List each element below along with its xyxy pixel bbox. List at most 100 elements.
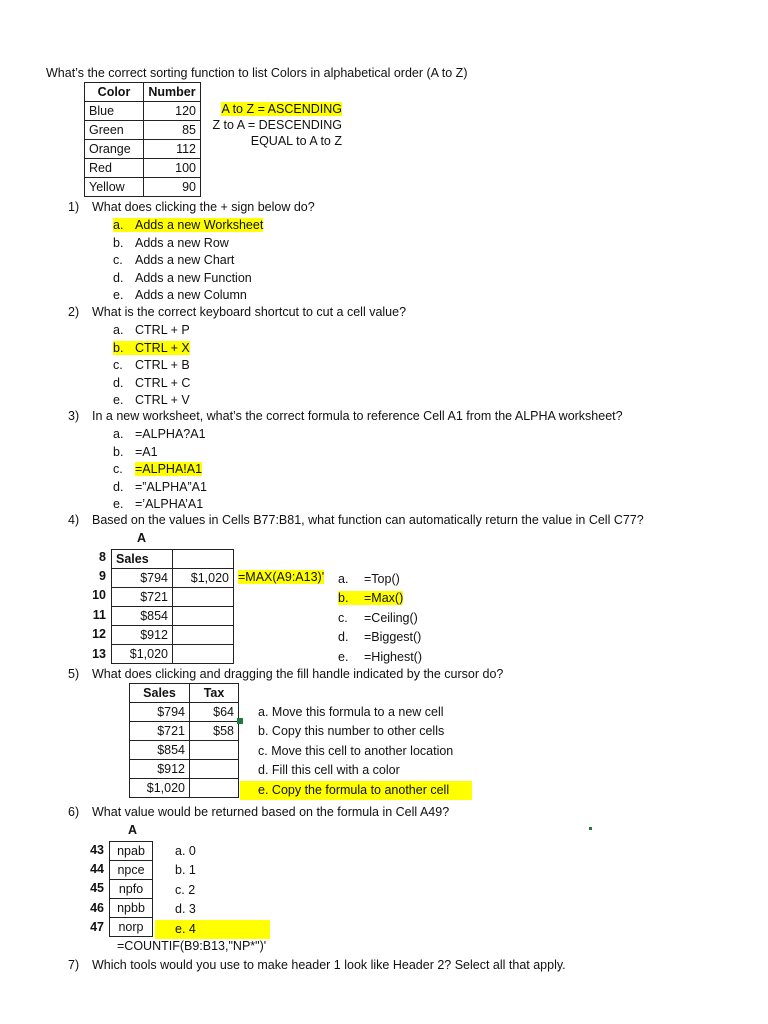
- table-row: npce: [109, 860, 153, 880]
- option-a[interactable]: a. 0: [155, 842, 270, 861]
- option-c[interactable]: c. =ALPHA!A1: [113, 461, 207, 479]
- table-row: npfo: [109, 879, 153, 899]
- question-5: 5) What does clicking and dragging the fi…: [68, 667, 503, 681]
- option-c[interactable]: c. =Ceiling(): [338, 609, 422, 628]
- option-c[interactable]: c. Adds a new Chart: [113, 252, 263, 270]
- cell: [172, 587, 234, 607]
- q3-options: a. =ALPHA?A1 b. =A1 c. =ALPHA!A1 d. =”ALPHA”…: [113, 426, 207, 514]
- cell: norp: [109, 917, 153, 937]
- column-header-a: A: [137, 531, 147, 545]
- table-row: $1,020: [129, 778, 239, 798]
- q2-options: a. CTRL + P b. CTRL + X c. CTRL + B d. CTRL …: [113, 322, 190, 410]
- option-e[interactable]: e. CTRL + V: [113, 392, 190, 410]
- cell: npbb: [109, 898, 153, 918]
- option-e[interactable]: e. =’ALPHA’A1: [113, 496, 207, 514]
- table-row: Red 100: [84, 158, 201, 178]
- note-ascending: A to Z = ASCENDING: [221, 102, 342, 116]
- cell: $794: [111, 568, 173, 588]
- cell: 90: [143, 177, 201, 197]
- option-d[interactable]: d. Adds a new Function: [113, 270, 263, 288]
- table-row: npbb: [109, 898, 153, 918]
- table-row: npab: [109, 841, 153, 861]
- column-header-a: A: [128, 823, 138, 837]
- q6-options: a. 0 b. 1 c. 2 d. 3 e. 4: [155, 842, 270, 940]
- option-e[interactable]: e. Adds a new Column: [113, 287, 263, 305]
- stray-green-dot: [589, 827, 592, 830]
- intro-question: What’s the correct sorting function to l…: [46, 66, 468, 80]
- selected-cell[interactable]: $64: [189, 702, 243, 724]
- row-label: 47: [90, 920, 104, 934]
- row-label: 12: [92, 627, 106, 641]
- question-text: What does clicking and dragging the fill…: [92, 667, 504, 681]
- table-header: Color: [84, 82, 144, 102]
- option-c[interactable]: c. Move this cell to another location: [240, 742, 472, 761]
- countif-formula: =COUNTIF(B9:B13,"NP*")': [117, 939, 267, 953]
- cell: npfo: [109, 879, 153, 899]
- question-text: In a new worksheet, what’s the correct f…: [92, 409, 623, 423]
- option-e[interactable]: e. =Highest(): [338, 648, 422, 667]
- cell: Green: [84, 120, 144, 140]
- question-1: 1) What does clicking the + sign below do…: [68, 200, 315, 214]
- option-b[interactable]: b. 1: [155, 861, 270, 880]
- table-row: $794 $64: [129, 702, 243, 724]
- option-c[interactable]: c. 2: [155, 881, 270, 900]
- cell: $912: [129, 759, 190, 779]
- row-label: 11: [92, 608, 106, 622]
- option-a[interactable]: a. =ALPHA?A1: [113, 426, 207, 444]
- option-a[interactable]: a. Move this formula to a new cell: [240, 703, 472, 722]
- option-b[interactable]: b. =A1: [113, 444, 207, 462]
- question-4: 4) Based on the values in Cells B77:B81, …: [68, 513, 644, 527]
- table-header: Tax: [189, 683, 239, 703]
- q5-options: a. Move this formula to a new cell b. Co…: [240, 703, 472, 801]
- option-d[interactable]: d. CTRL + C: [113, 375, 190, 393]
- question-2: 2) What is the correct keyboard shortcut …: [68, 305, 406, 319]
- option-a[interactable]: a. CTRL + P: [113, 322, 190, 340]
- option-d[interactable]: d. 3: [155, 900, 270, 919]
- question-text: Based on the values in Cells B77:B81, wh…: [92, 513, 644, 527]
- option-e[interactable]: e. 4: [155, 919, 270, 940]
- option-d[interactable]: d. Fill this cell with a color: [240, 761, 472, 780]
- option-b[interactable]: b. =Max(): [338, 589, 422, 608]
- option-e[interactable]: e. Copy the formula to another cell: [240, 780, 472, 801]
- question-number: 5): [68, 667, 80, 681]
- cell: Red: [84, 158, 144, 178]
- sales-tax-grid: Sales Tax $794 $64 $721 $58 $854 $912 $1,02…: [129, 683, 243, 798]
- cell: Sales: [111, 549, 173, 569]
- sales-grid: Sales $794 $1,020 $721 $854 $912 $1,020: [111, 549, 234, 664]
- q1-options: a. Adds a new Worksheet b. Adds a new Row …: [113, 217, 264, 305]
- cell: $1,020: [172, 568, 234, 588]
- option-b[interactable]: b. Copy this number to other cells: [240, 722, 472, 741]
- question-number: 1): [68, 200, 80, 214]
- table-row: $912: [129, 759, 239, 779]
- sort-notes: A to Z = ASCENDING Z to A = DESCENDING E…: [200, 102, 342, 148]
- option-d[interactable]: d. =”ALPHA”A1: [113, 479, 207, 497]
- option-d[interactable]: d. =Biggest(): [338, 628, 422, 647]
- question-text: Which tools would you use to make header…: [92, 958, 566, 972]
- option-b[interactable]: b. CTRL + X: [113, 340, 190, 358]
- row-label: 13: [92, 647, 106, 661]
- cell: [189, 740, 239, 760]
- question-text: What is the correct keyboard shortcut to…: [92, 305, 407, 319]
- question-text: What does clicking the + sign below do?: [92, 200, 315, 214]
- question-7: 7) Which tools would you use to make head…: [68, 958, 566, 972]
- table-header: Number: [143, 82, 201, 102]
- cell: $1,020: [111, 644, 173, 664]
- table-row: $854: [129, 740, 239, 760]
- question-number: 3): [68, 409, 80, 423]
- cell: $58: [189, 721, 239, 741]
- option-c[interactable]: c. CTRL + B: [113, 357, 190, 375]
- option-b[interactable]: b. Adds a new Row: [113, 235, 263, 253]
- q4-options: a. =Top() b. =Max() c. =Ceiling() d. =Bigges…: [338, 570, 422, 667]
- cell: [172, 606, 234, 626]
- question-number: 2): [68, 305, 80, 319]
- cell: $854: [129, 740, 190, 760]
- cell: Orange: [84, 139, 144, 159]
- option-a[interactable]: a. Adds a new Worksheet: [113, 217, 264, 235]
- cell: $721: [111, 587, 173, 607]
- question-text: What value would be returned based on th…: [92, 805, 450, 819]
- cell: [172, 549, 234, 569]
- row-label: 46: [90, 901, 104, 915]
- max-formula: =MAX(A9:A13)': [238, 570, 325, 584]
- option-a[interactable]: a. =Top(): [338, 570, 422, 589]
- cell: Blue: [84, 101, 144, 121]
